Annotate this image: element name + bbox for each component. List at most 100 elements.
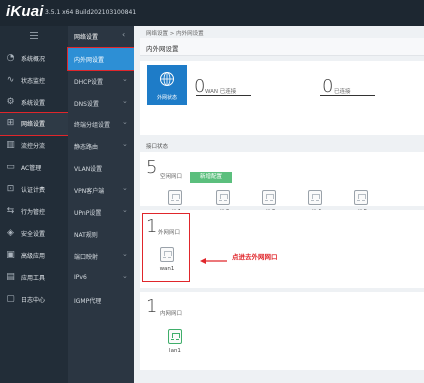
arrow-left-icon: [200, 258, 227, 264]
sidebar-item-label: 网络设置: [21, 121, 46, 128]
sidebar-item-overview[interactable]: ◔ 系统概况: [0, 48, 68, 70]
subnav-item-lan-wan[interactable]: 内外网设置: [67, 47, 135, 71]
wan-stats-card: 外网状态 0 WAN 已连接 0 已连接: [140, 61, 424, 135]
subnav-item-dns[interactable]: DNS设置 ⌄: [68, 92, 134, 114]
sidebar-item-monitor[interactable]: ∿ 状态监控: [0, 70, 68, 92]
subnav-item-label: IPv6: [74, 274, 87, 281]
sidebar-item-label: 流控分流: [21, 143, 46, 150]
subnav-item-vlan[interactable]: VLAN设置: [68, 157, 134, 179]
subnav-item-label: 终端分组设置: [74, 122, 111, 129]
wan-port-highlight[interactable]: 1 外网网口 wan1: [142, 213, 190, 282]
breadcrumb: 网络设置 > 内外网设置: [146, 31, 204, 37]
port-wan1[interactable]: wan1: [152, 247, 182, 281]
wan-connected-label: WAN 已连接: [205, 89, 237, 95]
sidebar-item-advanced[interactable]: ▣ 高级应用: [0, 245, 68, 267]
add-config-button[interactable]: 新增配置: [190, 172, 232, 183]
subnav-item-nat[interactable]: NAT规则: [68, 223, 134, 245]
lan-ports-panel: 1 内网网口 lan1: [140, 292, 424, 370]
sidebar-item-label: 应用工具: [21, 275, 46, 282]
chevron-down-icon: ⌄: [122, 250, 128, 258]
ethernet-port-icon: [354, 190, 368, 205]
sidebar-item-label: 行为管控: [21, 209, 46, 216]
sidebar-item-system[interactable]: ⚙ 系统设置: [0, 92, 68, 114]
globe-icon: [160, 72, 174, 86]
port-name: lan1: [169, 348, 181, 354]
behavior-icon: ⇆: [6, 206, 15, 216]
dashboard-icon: ◔: [6, 53, 15, 63]
gear-icon: ⚙: [6, 97, 15, 107]
ethernet-port-icon: [168, 190, 182, 205]
sidebar-item-label: AC管理: [21, 165, 42, 172]
ac-icon: ▭: [6, 162, 15, 172]
subnav-header: 网络设置 ‹: [68, 26, 134, 46]
sidebar-item-label: 高级应用: [21, 253, 46, 260]
sidebar-item-label: 系统设置: [21, 100, 46, 107]
subnav-title: 网络设置: [74, 34, 99, 41]
subnav-item-ipv6[interactable]: IPv6 ⌄: [68, 267, 134, 289]
sidebar: ◔ 系统概况 ∿ 状态监控 ⚙ 系统设置 ⊞ 网络设置 ▥ 流控分流 ▭ AC管…: [0, 26, 69, 383]
main-content: 网络设置 > 内外网设置 内外网设置 外网状态 0 WAN 已连接 0 已连接 …: [134, 26, 424, 383]
version-label: 3.5.1 x64 Build202103100841: [45, 9, 137, 16]
idle-label: 空闲网口: [160, 174, 183, 180]
divider: [320, 95, 375, 96]
sidebar-item-behavior[interactable]: ⇆ 行为管控: [0, 201, 68, 223]
subnav-item-igmp[interactable]: IGMP代理: [68, 289, 134, 311]
subnav-item-label: VPN客户端: [74, 188, 105, 195]
sidebar-item-ac[interactable]: ▭ AC管理: [0, 157, 68, 179]
subnav-item-upnp[interactable]: UPnP设置 ⌄: [68, 201, 134, 223]
wan-count: 1: [146, 216, 158, 237]
subnav-item-static-route[interactable]: 静态路由 ⌄: [68, 135, 134, 157]
annotation-text: 点进去外网网口: [232, 253, 278, 261]
chevron-down-icon: ⌄: [122, 97, 128, 105]
subnav-item-terminal-group[interactable]: 终端分组设置 ⌄: [68, 113, 134, 135]
chevron-down-icon: ⌄: [122, 118, 128, 126]
menu-icon: [30, 32, 38, 39]
sidebar-item-label: 系统概况: [21, 56, 46, 63]
connected-label: 已连接: [334, 89, 351, 95]
sidebar-item-network[interactable]: ⊞ 网络设置: [0, 112, 69, 136]
wan-status-badge: 外网状态: [147, 65, 187, 105]
flow-icon: ▥: [6, 140, 15, 150]
lan-count: 1: [146, 296, 158, 317]
chevron-down-icon: ⌄: [122, 206, 128, 214]
subnav-item-label: 静态路由: [74, 144, 99, 151]
interface-status-label: 接口状态: [146, 144, 169, 150]
sidebar-item-tools[interactable]: ▤ 应用工具: [0, 267, 68, 289]
subnav-item-label: VLAN设置: [74, 166, 103, 173]
subnav-item-label: DHCP设置: [74, 79, 103, 86]
network-icon: ⊞: [6, 118, 15, 128]
chevron-down-icon: ⌄: [122, 184, 128, 192]
log-icon: ▢: [6, 294, 15, 304]
subnav-item-label: DNS设置: [74, 101, 99, 108]
sidebar-item-label: 日志中心: [21, 297, 46, 304]
page-title: 内外网设置: [146, 45, 179, 53]
subnav-item-label: 端口映射: [74, 254, 99, 261]
ethernet-port-icon: [308, 190, 322, 205]
collapse-toggle[interactable]: [0, 26, 68, 46]
subnav-item-label: 内外网设置: [74, 57, 105, 64]
chevron-down-icon: ⌄: [122, 75, 128, 83]
chevron-down-icon: ⌄: [122, 140, 128, 148]
shield-icon: ◈: [7, 228, 14, 238]
subnav-item-dhcp[interactable]: DHCP设置 ⌄: [68, 70, 134, 92]
top-bar: iKuai 3.5.1 x64 Build202103100841: [0, 0, 424, 26]
idle-ports-panel: 5 空闲网口 新增配置 eth1 eth2 eth3 eth4 eth5: [140, 152, 424, 215]
port-name: wan1: [159, 266, 175, 272]
sidebar-item-flow[interactable]: ▥ 流控分流: [0, 135, 68, 157]
connected-count: 0: [322, 76, 334, 97]
monitor-icon: ∿: [6, 75, 15, 85]
sidebar-item-log[interactable]: ▢ 日志中心: [0, 289, 68, 311]
subnav-item-label: UPnP设置: [74, 210, 102, 217]
subnav-item-vpn[interactable]: VPN客户端 ⌄: [68, 179, 134, 201]
wan-status-label: 外网状态: [156, 95, 177, 101]
subnav-item-port-mapping[interactable]: 端口映射 ⌄: [68, 245, 134, 267]
lan-label: 内网网口: [160, 311, 183, 317]
port-lan1[interactable]: lan1: [160, 329, 190, 363]
ethernet-port-icon: [168, 329, 182, 344]
subnav-item-label: IGMP代理: [74, 298, 102, 305]
sidebar-item-security[interactable]: ◈ 安全设置: [0, 223, 68, 245]
sidebar-item-auth[interactable]: ⊡ 认证计费: [0, 179, 68, 201]
chevron-down-icon: ⌄: [122, 272, 128, 280]
chevron-left-icon[interactable]: ‹: [122, 30, 125, 39]
ethernet-port-icon: [216, 190, 230, 205]
